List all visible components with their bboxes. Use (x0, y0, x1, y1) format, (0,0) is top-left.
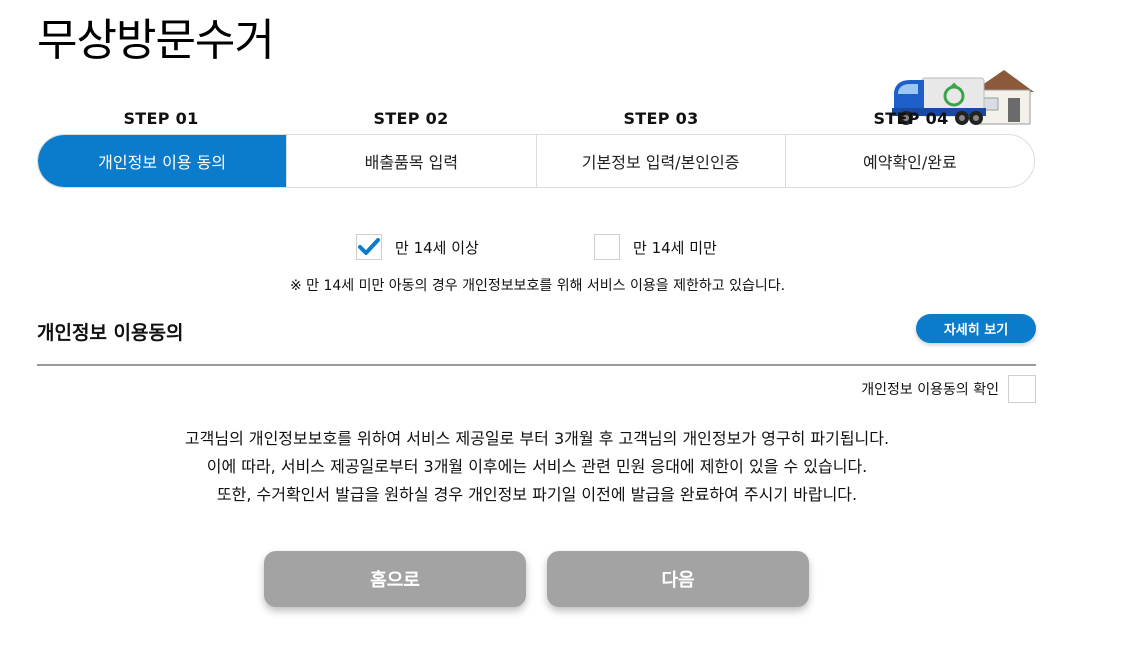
page: 무상방문수거 STEP 01 STEP 02 STEP 03 STEP 04 개… (0, 0, 1130, 657)
age-over-14-label: 만 14세 이상 (395, 238, 479, 257)
next-button[interactable]: 다음 (547, 551, 809, 607)
check-icon (358, 238, 380, 255)
step-number-3: STEP 03 (623, 109, 699, 128)
step-number-2: STEP 02 (373, 109, 449, 128)
step-number-4: STEP 04 (873, 109, 949, 128)
privacy-confirm-checkbox[interactable] (1008, 375, 1036, 403)
page-title: 무상방문수거 (37, 15, 275, 66)
step-tab-privacy-consent[interactable]: 개인정보 이용 동의 (38, 135, 287, 187)
age-notice: ※ 만 14세 미만 아동의 경우 개인정보보호를 위해 서비스 이용을 제한하… (289, 278, 786, 294)
privacy-description-line: 고객님의 개인정보보호를 위하여 서비스 제공일로 부터 3개월 후 고객님의 … (184, 429, 890, 448)
privacy-section-title: 개인정보 이용동의 (37, 322, 184, 344)
age-over-14-checkbox[interactable] (356, 234, 382, 260)
age-option-under-14[interactable]: 만 14세 미만 (594, 234, 717, 260)
step-tab-confirm[interactable]: 예약확인/완료 (784, 135, 1034, 187)
view-details-button[interactable]: 자세히 보기 (916, 314, 1036, 343)
privacy-description: 고객님의 개인정보보호를 위하여 서비스 제공일로 부터 3개월 후 고객님의 … (37, 425, 1037, 509)
age-under-14-label: 만 14세 미만 (633, 238, 717, 257)
age-under-14-checkbox[interactable] (594, 234, 620, 260)
step-number-1: STEP 01 (123, 109, 199, 128)
privacy-description-line: 이에 따라, 서비스 제공일로부터 3개월 이후에는 서비스 관련 민원 응대에… (206, 457, 868, 476)
section-divider (37, 364, 1036, 366)
step-tab-item-entry[interactable]: 배출품목 입력 (286, 135, 535, 187)
home-button[interactable]: 홈으로 (264, 551, 526, 607)
privacy-confirm-label: 개인정보 이용동의 확인 (861, 382, 999, 398)
privacy-confirm-row[interactable]: 개인정보 이용동의 확인 (861, 375, 1036, 403)
age-option-over-14[interactable]: 만 14세 이상 (356, 234, 479, 260)
step-tab-basic-info[interactable]: 기본정보 입력/본인인증 (535, 135, 785, 187)
privacy-description-line: 또한, 수거확인서 발급을 원하실 경우 개인정보 파기일 이전에 발급을 완료… (216, 485, 858, 504)
step-progress-bar: 개인정보 이용 동의 배출품목 입력 기본정보 입력/본인인증 예약확인/완료 (37, 134, 1035, 188)
